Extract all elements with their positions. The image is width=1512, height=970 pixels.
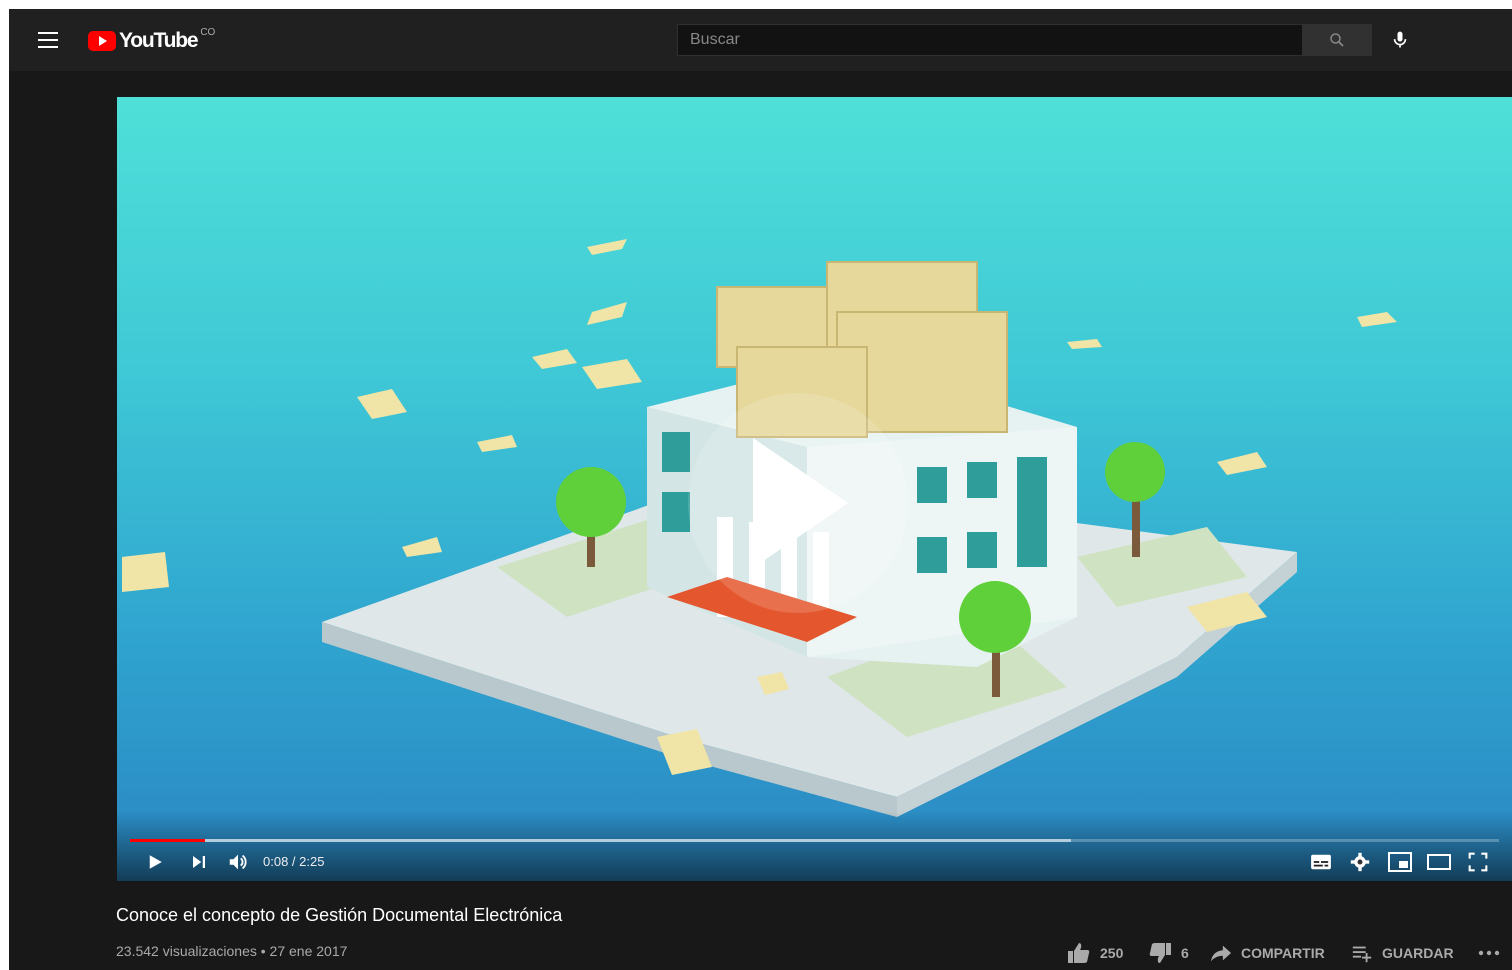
volume-icon: [229, 854, 247, 870]
miniplayer-icon: [1388, 852, 1412, 872]
video-title: Conoce el concepto de Gestión Documental…: [116, 905, 563, 925]
buffered-bar: [130, 839, 1071, 842]
next-icon: [193, 856, 205, 868]
played-bar: [130, 839, 206, 842]
save-button[interactable]: GUARDAR: [1350, 941, 1454, 965]
search-button[interactable]: [1302, 24, 1372, 56]
theater-mode-button[interactable]: [1426, 850, 1452, 874]
progress-bar[interactable]: [130, 839, 1499, 842]
play-button[interactable]: [143, 850, 167, 874]
subtitles-icon: [1311, 854, 1331, 870]
fullscreen-icon: [1468, 852, 1488, 872]
search-input[interactable]: Buscar: [677, 24, 1303, 56]
youtube-app: YouTube CO Buscar 0:08 / 2:25 Conoce el …: [9, 9, 1512, 970]
share-button[interactable]: COMPARTIR: [1209, 941, 1325, 965]
thumbs-up-icon: [1068, 943, 1090, 963]
fullscreen-button[interactable]: [1466, 850, 1490, 874]
big-play-button[interactable]: [688, 393, 908, 613]
voice-search-button[interactable]: [1385, 25, 1415, 55]
settings-icon: [1350, 852, 1370, 872]
next-button[interactable]: [187, 850, 211, 874]
like-count: 250: [1100, 945, 1124, 961]
more-actions-button[interactable]: [1478, 941, 1500, 965]
thumbs-down-icon: [1149, 943, 1171, 963]
playlist-add-icon: [1352, 946, 1372, 963]
video-meta: 23.542 visualizaciones • 27 ene 2017: [116, 943, 348, 959]
miniplayer-button[interactable]: [1387, 850, 1413, 874]
menu-icon[interactable]: [36, 29, 60, 51]
more-icon: [1478, 950, 1500, 956]
settings-button[interactable]: [1348, 850, 1372, 874]
play-icon: [753, 438, 848, 568]
brand-name: YouTube: [119, 29, 199, 52]
search-icon: [1330, 33, 1344, 47]
share-label: COMPARTIR: [1241, 945, 1325, 961]
microphone-icon: [1393, 31, 1407, 48]
time-display: 0:08 / 2:25: [263, 854, 325, 869]
like-button[interactable]: 250: [1066, 941, 1123, 965]
youtube-logo-icon: [88, 31, 116, 51]
video-player[interactable]: 0:08 / 2:25: [117, 97, 1512, 881]
play-icon: [149, 855, 162, 869]
dislike-count: 6: [1181, 945, 1189, 961]
volume-button[interactable]: [225, 850, 251, 874]
youtube-logo[interactable]: YouTube CO: [88, 26, 215, 54]
share-icon: [1210, 945, 1232, 962]
subtitles-button[interactable]: [1309, 850, 1333, 874]
controls-shade: [117, 811, 1512, 881]
dislike-button[interactable]: 6: [1147, 941, 1189, 965]
masthead: YouTube CO Buscar: [9, 9, 1512, 71]
theater-icon: [1427, 854, 1451, 870]
country-code: CO: [200, 27, 216, 38]
save-label: GUARDAR: [1382, 945, 1454, 961]
